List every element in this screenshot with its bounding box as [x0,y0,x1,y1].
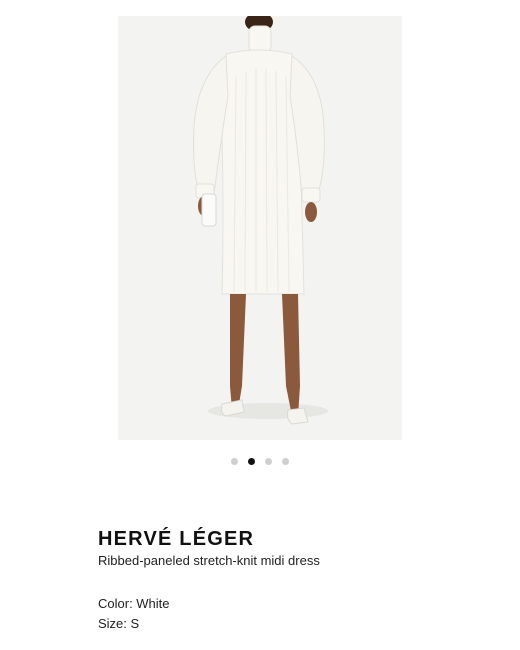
gallery-dot-4[interactable] [282,458,289,465]
color-value: Color: White [98,596,170,611]
product-image-gallery[interactable] [118,16,402,440]
brand-name[interactable]: HERVÉ LÉGER [98,528,254,551]
product-attributes: Color: White Size: S [98,594,170,634]
product-name: Ribbed-paneled stretch-knit midi dress [98,553,320,568]
size-value: Size: S [98,616,140,631]
gallery-dot-1[interactable] [231,458,238,465]
gallery-dot-3[interactable] [265,458,272,465]
gallery-dot-2[interactable] [248,458,255,465]
product-image [118,16,402,440]
gallery-pagination [0,458,520,465]
